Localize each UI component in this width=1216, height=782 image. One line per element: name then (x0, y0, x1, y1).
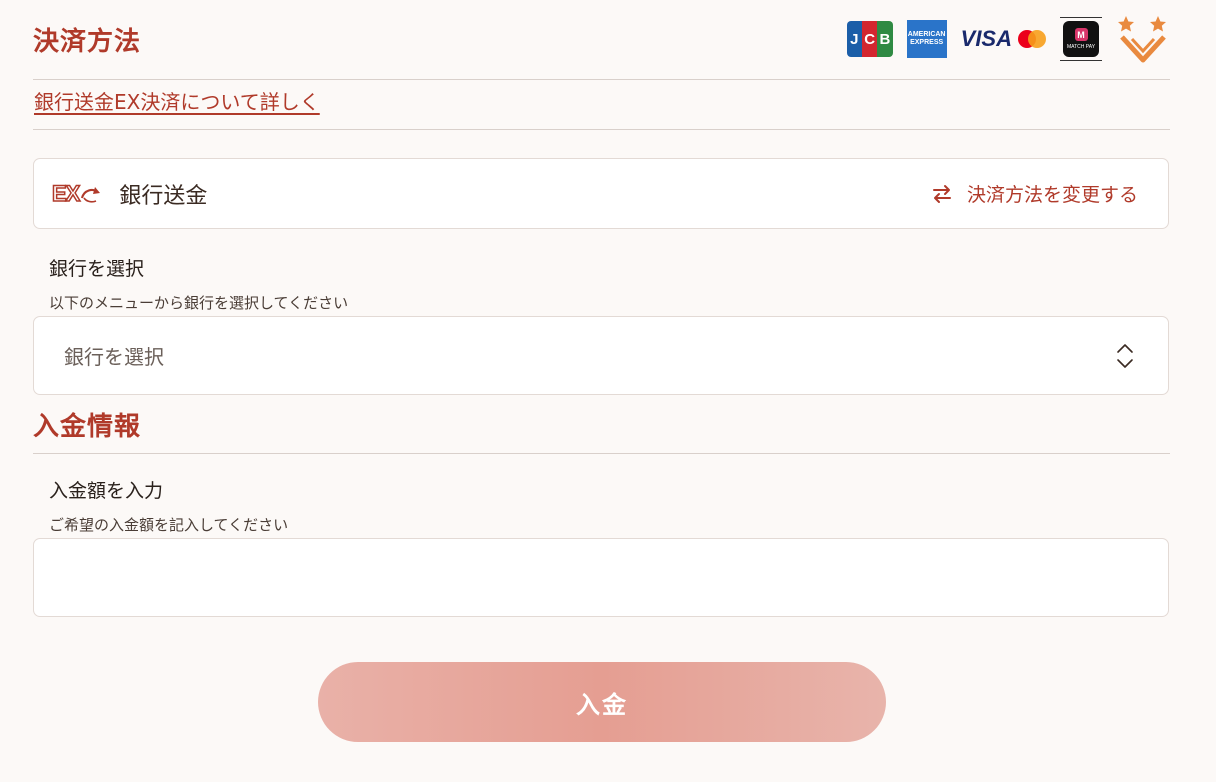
payment-page: 決済方法 J C B AMERICAN EXPRESS VISA M MATCH… (0, 0, 1216, 782)
jcb-logo: J C B (846, 21, 893, 57)
bank-transfer-details-link[interactable]: 銀行送金EX決済について詳しく (34, 86, 320, 115)
payment-brand-logos: J C B AMERICAN EXPRESS VISA M MATCH PAY (846, 15, 1170, 63)
amount-label: 入金額を入力 (49, 480, 164, 502)
mastercard-icon (1016, 29, 1046, 49)
change-payment-method-button[interactable]: 決済方法を変更する (931, 180, 1138, 207)
bank-select-label: 銀行を選択 (49, 258, 145, 280)
amount-input[interactable] (34, 539, 1168, 616)
amount-help: ご希望の入金額を記入してください (49, 516, 289, 534)
amount-input-wrapper (33, 538, 1169, 617)
selected-payment-method-card: EX 銀行送金 決済方法を変更する (33, 158, 1169, 229)
bank-select-help: 以下のメニューから銀行を選択してください (49, 294, 349, 312)
ex-arrow-icon (81, 186, 101, 203)
bank-select-value: 銀行を選択 (64, 345, 164, 369)
visa-mastercard-logo: VISA (961, 26, 1046, 52)
deposit-submit-button[interactable]: 入金 (318, 662, 886, 742)
deposit-header: 入金情報 (33, 402, 1170, 446)
bank-select[interactable]: 銀行を選択 (33, 316, 1169, 395)
star-brand-icon (1118, 16, 1166, 63)
payment-method-name: 銀行送金 (119, 183, 208, 209)
divider (33, 129, 1170, 130)
divider (33, 79, 1170, 80)
payment-section-title: 決済方法 (33, 26, 142, 57)
amex-logo: AMERICAN EXPRESS (906, 20, 947, 58)
deposit-section-title: 入金情報 (33, 411, 142, 442)
select-chevrons-icon (1117, 343, 1133, 368)
visa-logo: VISA (960, 26, 1012, 51)
payment-header: 決済方法 J C B AMERICAN EXPRESS VISA M MATCH… (33, 14, 1170, 64)
change-payment-method-label: 決済方法を変更する (966, 184, 1138, 206)
match-pay-logo: M MATCH PAY (1060, 17, 1102, 61)
ex-logo: EX (51, 180, 101, 207)
swap-arrows-icon (932, 184, 951, 203)
divider (33, 453, 1170, 454)
